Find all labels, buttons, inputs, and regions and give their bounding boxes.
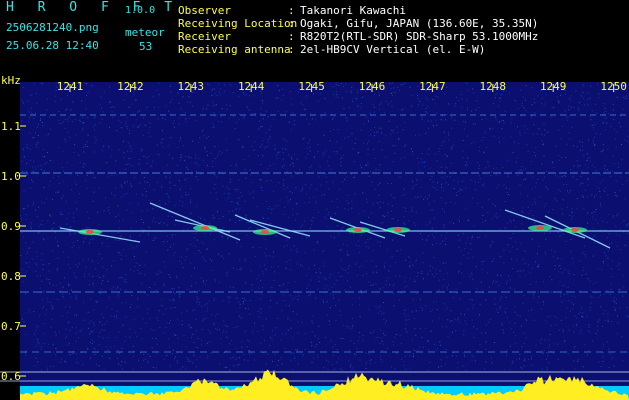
y-tick-label: 0.6: [1, 370, 21, 383]
observer-colon: :: [288, 4, 295, 17]
x-tick-label: 1244: [238, 80, 265, 93]
x-tick-label: 1249: [540, 80, 567, 93]
x-tick-label: 1250: [600, 80, 627, 93]
y-tick-label: 1.1: [1, 120, 21, 133]
antenna-colon: :: [288, 43, 295, 56]
file-name: 2506281240.png: [6, 21, 99, 34]
meteor-echo-core: [261, 230, 269, 234]
location-label: Receiving Location: [178, 17, 298, 30]
x-tick-label: 1241: [57, 80, 84, 93]
meteor-echo-core: [536, 226, 544, 230]
antenna-label: Receiving antenna: [178, 43, 291, 56]
app-version: 1.0.0: [125, 5, 156, 16]
detection-count: 53: [139, 40, 153, 53]
meteor-echo-core: [571, 228, 579, 232]
y-tick-label: 0.8: [1, 270, 21, 283]
detection-mode: meteor: [125, 26, 165, 39]
receiver-colon: :: [288, 30, 295, 43]
meteor-echo-core: [201, 226, 209, 230]
unit-label: kHz: [1, 74, 21, 87]
observer-value: Takanori Kawachi: [300, 4, 406, 17]
location-colon: :: [288, 17, 295, 30]
meteor-echo-core: [394, 228, 402, 232]
x-tick-label: 1247: [419, 80, 446, 93]
y-tick-label: 0.7: [1, 320, 21, 333]
y-tick-label: 1.0: [1, 170, 21, 183]
x-tick-label: 1245: [298, 80, 325, 93]
meteor-echo-core: [354, 228, 362, 232]
meteor-echo-core: [86, 230, 94, 234]
location-value: Ogaki, Gifu, JAPAN (136.60E, 35.35N): [300, 17, 539, 30]
x-tick-label: 1246: [359, 80, 386, 93]
receiver-label: Receiver: [178, 30, 231, 43]
spectrogram: 1241 1242 1243 1244 1245 1246 1247 1248 1249 1250…: [0, 70, 629, 400]
x-tick-label: 1243: [178, 80, 205, 93]
spectrogram-area: 1241 1242 1243 1244 1245 1246 1247 1248 1249 1250…: [0, 70, 629, 400]
header: H R O F F T 1.0.0 2506281240.png 25.06.2…: [0, 0, 629, 70]
observer-label: Observer: [178, 4, 231, 17]
x-tick-label: 1242: [117, 80, 144, 93]
file-datetime: 25.06.28 12:40: [6, 39, 99, 52]
y-tick-label: 0.9: [1, 220, 21, 233]
x-tick-label: 1248: [480, 80, 507, 93]
receiver-value: R820T2(RTL-SDR) SDR-Sharp 53.1000MHz: [300, 30, 539, 43]
antenna-value: 2el-HB9CV Vertical (el. E-W): [300, 43, 486, 56]
